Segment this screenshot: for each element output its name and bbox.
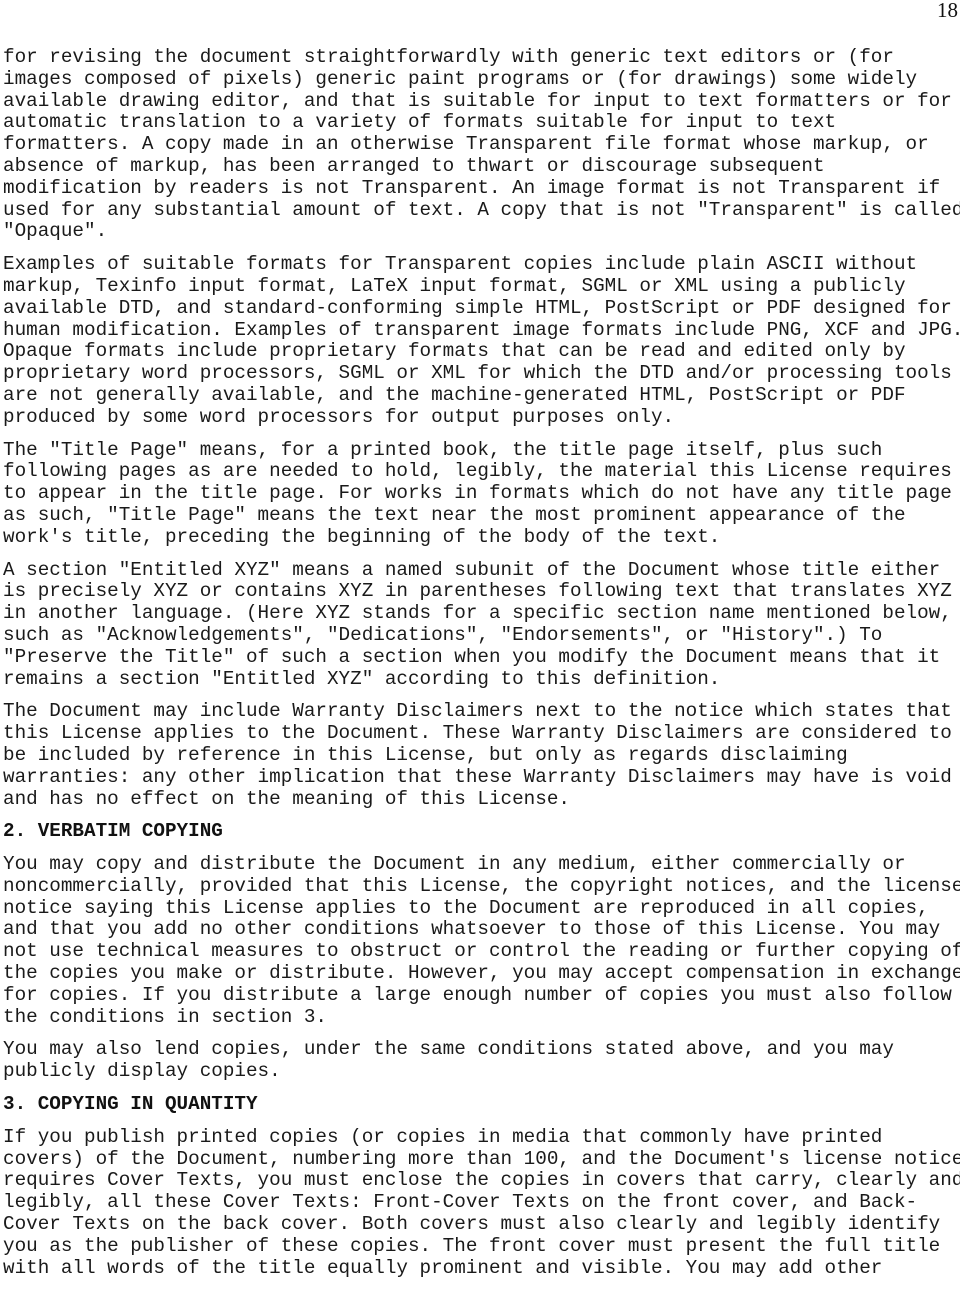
text-line: Examples of suitable formats for Transpa… xyxy=(3,253,918,276)
text-line: such as "Acknowledgements", "Dedications… xyxy=(3,623,883,646)
text-line: used for any substantial amount of text.… xyxy=(3,198,960,221)
text-line: the conditions in section 3. xyxy=(3,1005,327,1028)
text-line: warranties: any other implication that t… xyxy=(3,765,952,788)
text-line: covers) of the Document, numbering more … xyxy=(3,1147,960,1170)
text-line: are not generally available, and the mac… xyxy=(3,383,906,406)
section-heading: 2. VERBATIM COPYING xyxy=(3,820,223,843)
text-line: the copies you make or distribute. Howev… xyxy=(3,962,960,985)
text-line: with all words of the title equally prom… xyxy=(3,1256,883,1279)
text-line: following pages as are needed to hold, l… xyxy=(3,460,952,483)
paragraph: A section "Entitled XYZ" means a named s… xyxy=(3,558,960,691)
text-line: legibly, all these Cover Texts: Front-Co… xyxy=(3,1191,918,1214)
text-line: "Opaque". xyxy=(3,220,108,243)
text-line: and that you add no other conditions wha… xyxy=(3,918,941,941)
text-line: for revising the document straightforwar… xyxy=(3,46,894,68)
text-line: available drawing editor, and that is su… xyxy=(3,89,952,112)
text-line: as such, "Title Page" means the text nea… xyxy=(3,503,906,526)
text-line: formatters. A copy made in an otherwise … xyxy=(3,133,929,156)
paragraph: The Document may include Warranty Discla… xyxy=(3,701,960,810)
paragraph: You may also lend copies, under the same… xyxy=(3,1039,960,1083)
text-line: The Document may include Warranty Discla… xyxy=(3,700,952,723)
paragraph: The "Title Page" means, for a printed bo… xyxy=(3,438,960,549)
text-line: markup, Texinfo input format, LaTeX inpu… xyxy=(3,274,906,297)
text-line: requires Cover Texts, you must enclose t… xyxy=(3,1169,960,1192)
text-line: modification by readers is not Transpare… xyxy=(3,176,941,199)
text-line: proprietary word processors, SGML or XML… xyxy=(3,362,952,385)
text-line: Cover Texts on the back cover. Both cove… xyxy=(3,1213,941,1236)
text-line: to appear in the title page. For works i… xyxy=(3,482,952,505)
text-line: Opaque formats include proprietary forma… xyxy=(3,340,906,363)
paragraph: Examples of suitable formats for Transpa… xyxy=(3,253,960,428)
text-line: remains a section "Entitled XYZ" accordi… xyxy=(3,667,721,690)
text-line: for copies. If you distribute a large en… xyxy=(3,983,952,1006)
text-line: "Preserve the Title" of such a section w… xyxy=(3,645,941,668)
paragraph: You may copy and distribute the Document… xyxy=(3,853,960,1028)
text-line: You may also lend copies, under the same… xyxy=(3,1038,894,1061)
paragraph: If you publish printed copies (or copies… xyxy=(3,1125,960,1280)
text-line: notice saying this License applies to th… xyxy=(3,896,929,919)
text-line: available DTD, and standard-conforming s… xyxy=(3,296,952,319)
text-line: The "Title Page" means, for a printed bo… xyxy=(3,438,883,461)
text-line: work's title, preceding the beginning of… xyxy=(3,525,721,548)
text-line: in another language. (Here XYZ stands fo… xyxy=(3,602,952,625)
text-line: automatic translation to a variety of fo… xyxy=(3,111,837,134)
text-line: and has no effect on the meaning of this… xyxy=(3,787,570,810)
text-line: not use technical measures to obstruct o… xyxy=(3,940,960,963)
text-line: noncommercially, provided that this Lice… xyxy=(3,874,960,897)
text-line: be included by reference in this License… xyxy=(3,743,848,766)
text-line: this License applies to the Document. Th… xyxy=(3,722,952,745)
text-line: If you publish printed copies (or copies… xyxy=(3,1125,883,1148)
text-line: produced by some word processors for out… xyxy=(3,405,675,428)
text-line: publicly display copies. xyxy=(3,1060,281,1083)
section-heading: 3. COPYING IN QUANTITY xyxy=(3,1093,258,1116)
document-body: for revising the document straightforwar… xyxy=(3,46,960,1290)
text-line: A section "Entitled XYZ" means a named s… xyxy=(3,558,941,581)
paragraph: for revising the document straightforwar… xyxy=(3,46,960,243)
text-line: human modification. Examples of transpar… xyxy=(3,318,960,341)
text-line: absence of markup, has been arranged to … xyxy=(3,154,825,177)
text-line: you as the publisher of these copies. Th… xyxy=(3,1234,941,1257)
text-line: images composed of pixels) generic paint… xyxy=(3,67,918,90)
text-line: You may copy and distribute the Document… xyxy=(3,853,906,876)
text-line: is precisely XYZ or contains XYZ in pare… xyxy=(3,580,952,603)
page-number: 18 xyxy=(937,0,958,22)
